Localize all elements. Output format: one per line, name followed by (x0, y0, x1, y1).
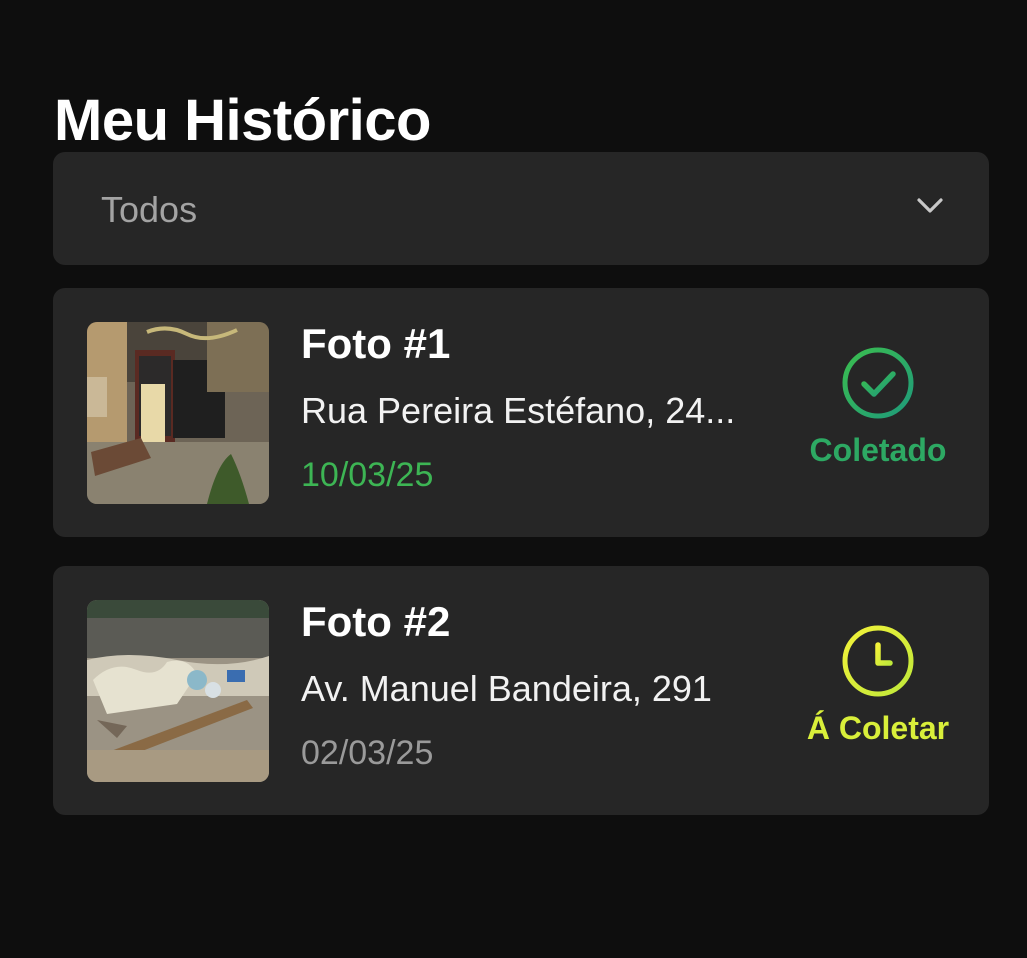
history-card[interactable]: Foto #1 Rua Pereira Estéfano, 24... 10/0… (53, 288, 989, 537)
page-title: Meu Histórico (54, 87, 432, 153)
status-label: Á Coletar (806, 710, 950, 746)
card-title: Foto #1 (301, 320, 451, 367)
card-address: Rua Pereira Estéfano, 24... (301, 390, 736, 431)
card-title: Foto #2 (301, 598, 451, 645)
chevron-down-icon (917, 198, 943, 213)
card-date: 02/03/25 (301, 734, 434, 772)
filter-selected-value: Todos (101, 189, 198, 230)
status-indicator: Coletado (793, 340, 963, 470)
clock-icon (842, 625, 914, 697)
card-address: Av. Manuel Bandeira, 291 (301, 668, 712, 709)
photo-thumbnail (87, 322, 269, 504)
status-indicator: Á Coletar (793, 618, 963, 748)
card-date: 10/03/25 (301, 456, 434, 494)
status-filter-dropdown[interactable]: Todos (53, 152, 989, 265)
photo-thumbnail (87, 600, 269, 782)
check-circle-icon (842, 347, 914, 419)
status-label: Coletado (809, 432, 947, 468)
history-card[interactable]: Foto #2 Av. Manuel Bandeira, 291 02/03/2… (53, 566, 989, 815)
